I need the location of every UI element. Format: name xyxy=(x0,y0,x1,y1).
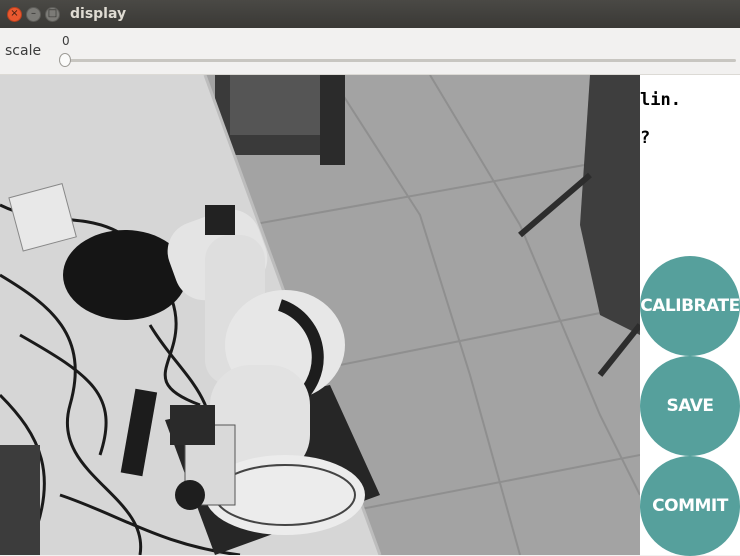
scale-label: scale xyxy=(5,43,42,59)
close-icon[interactable]: × xyxy=(7,6,22,22)
commit-button[interactable]: COMMIT xyxy=(640,456,740,556)
camera-image xyxy=(0,75,640,555)
calibrate-button[interactable]: CALIBRATE xyxy=(640,256,740,356)
camera-view xyxy=(0,75,640,555)
status-line-2: ? xyxy=(640,128,651,148)
maximize-icon[interactable]: □ xyxy=(45,6,60,22)
scale-trackbar-panel: scale 0 xyxy=(0,28,740,75)
title-bar: × – □ display xyxy=(0,0,740,28)
window-title: display xyxy=(70,6,127,22)
control-panel: lin. ? CALIBRATE SAVE COMMIT xyxy=(640,75,740,556)
status-line-1: lin. xyxy=(640,90,681,110)
save-button[interactable]: SAVE xyxy=(640,356,740,456)
scale-slider-track[interactable] xyxy=(62,59,736,62)
scale-slider-knob[interactable] xyxy=(59,53,71,67)
scale-value: 0 xyxy=(62,34,70,48)
minimize-icon[interactable]: – xyxy=(26,6,41,22)
